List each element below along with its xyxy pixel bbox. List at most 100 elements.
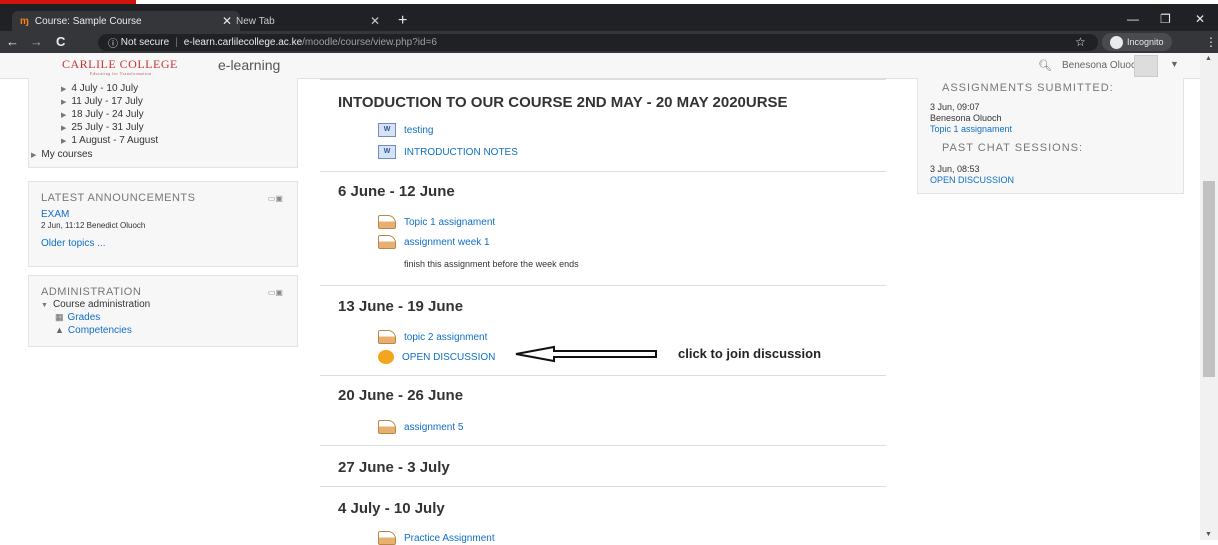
url-path: /moodle/course/view.php?id=6 (302, 37, 437, 48)
user-name[interactable]: Benesona Oluoch (1062, 60, 1142, 71)
assignment-link[interactable]: Topic 1 assignament (930, 124, 1012, 134)
nav-item[interactable]: ▶ 18 July - 24 July (61, 109, 144, 120)
tab-title: Course: Sample Course (34, 15, 142, 27)
scroll-up-icon[interactable]: ▲ (1205, 55, 1212, 62)
nav-item-label: 11 July - 17 July (71, 96, 143, 107)
nav-item[interactable]: ▶ 11 July - 17 July (61, 96, 143, 107)
activity-name: testing (404, 124, 434, 136)
url-input[interactable]: ⓘ Not secure | e-learn.carlilecollege.ac… (98, 34, 1098, 51)
annotation-text: click to join discussion (678, 346, 822, 361)
competencies-icon: ▲ (55, 325, 64, 335)
nav-item[interactable]: ▶ 4 July - 10 July (61, 83, 138, 94)
annotation-arrow-icon (515, 345, 657, 363)
close-tab-icon[interactable]: ✕ (370, 14, 380, 28)
open-discussion-link[interactable]: OPEN DISCUSSION (378, 350, 495, 364)
nav-item[interactable]: ▶ 25 July - 31 July (61, 122, 144, 133)
activity-link[interactable]: Practice Assignment (378, 531, 495, 545)
activity-link[interactable]: assignment week 1 (378, 235, 490, 249)
scroll-down-icon[interactable]: ▼ (1205, 531, 1212, 538)
assignment-date: 3 Jun, 09:07 (930, 102, 980, 112)
forward-arrow-icon[interactable]: → (30, 34, 43, 49)
browser-tab-strip: ɱ Course: Sample Course ✕ New Tab ✕ + — … (0, 4, 1218, 31)
tab-active[interactable]: ɱ Course: Sample Course ✕ (12, 11, 240, 31)
grades-table-icon: ▦ (55, 312, 64, 322)
minimize-icon[interactable]: — (1127, 12, 1139, 26)
restore-icon[interactable]: ❐ (1160, 12, 1171, 26)
older-topics-link[interactable]: Older topics ... (41, 238, 105, 249)
avatar[interactable] (1134, 55, 1158, 77)
tab-title: New Tab (236, 15, 275, 27)
section-title: 4 July - 10 July (338, 500, 445, 517)
chat-icon (378, 350, 394, 364)
section-divider (320, 445, 886, 446)
activity-link[interactable]: Topic 1 assignament (378, 215, 495, 229)
browser-menu-icon[interactable]: ⋮ (1205, 35, 1217, 49)
section-title: 6 June - 12 June (338, 183, 455, 200)
activity-name: assignment week 1 (404, 236, 490, 248)
activity-link[interactable]: topic 2 assignment (378, 330, 487, 344)
scrollbar-thumb[interactable] (1203, 181, 1215, 377)
nav-item-label: 18 July - 24 July (71, 109, 144, 120)
section-title: 27 June - 3 July (338, 459, 450, 476)
competencies-link[interactable]: ▲ Competencies (55, 325, 132, 336)
section-divider (320, 486, 886, 487)
assignment-icon (378, 531, 396, 545)
recent-activity-block: ASSIGNMENTS SUBMITTED: 3 Jun, 09:07 Bene… (917, 78, 1184, 194)
expand-triangle-icon: ▶ (61, 99, 67, 106)
block-controls-icon[interactable]: ▭▣ (268, 194, 283, 203)
section-note: finish this assignment before the week e… (404, 259, 579, 269)
assignment-icon (378, 330, 396, 344)
activity-name: assignment 5 (404, 421, 464, 433)
tab-new[interactable]: New Tab ✕ (228, 11, 388, 31)
activity-link[interactable]: W INTRODUCTION NOTES (378, 145, 518, 159)
expand-triangle-icon: ▶ (61, 86, 67, 93)
word-document-icon: W (378, 145, 396, 159)
competencies-label: Competencies (67, 325, 132, 336)
page-scrollbar[interactable]: ▲ ▼ (1200, 53, 1218, 540)
security-label: Not secure (120, 37, 170, 48)
activity-name: topic 2 assignment (404, 331, 488, 343)
word-document-icon: W (378, 123, 396, 137)
nav-item-label: 4 July - 10 July (71, 83, 139, 94)
incognito-icon (1110, 35, 1123, 49)
latest-announcements-block: LATEST ANNOUNCEMENTS ▭▣ EXAM 2 Jun, 11:1… (28, 181, 298, 267)
chat-link[interactable]: OPEN DISCUSSION (930, 175, 1014, 185)
back-arrow-icon[interactable]: ← (6, 34, 19, 49)
grades-link[interactable]: ▦ Grades (55, 312, 100, 323)
site-brand[interactable]: e-learning (218, 57, 280, 73)
grades-label: Grades (67, 312, 101, 323)
user-menu-caret-icon[interactable]: ▼ (1170, 59, 1179, 69)
course-admin-label: Course administration (52, 299, 151, 310)
reload-icon[interactable]: C (56, 34, 65, 49)
logo-text: CARLILE COLLEGE (62, 57, 178, 71)
section-title: INTODUCTION TO OUR COURSE 2ND MAY - 20 M… (338, 94, 788, 111)
section-divider (320, 285, 886, 286)
course-administration-node[interactable]: ▼ Course administration (41, 299, 150, 310)
close-window-icon[interactable]: ✕ (1195, 12, 1205, 26)
new-tab-plus-icon[interactable]: + (398, 12, 407, 30)
activity-link[interactable]: Wtesting (378, 123, 433, 137)
past-chat-sessions-heading: PAST CHAT SESSIONS: (942, 142, 1084, 154)
announcement-link[interactable]: EXAM (41, 209, 69, 220)
navigation-block: ▶ 4 July - 10 July ▶ 11 July - 17 July ▶ 18… (28, 78, 298, 168)
section-title: 20 June - 26 June (338, 387, 464, 404)
activity-link[interactable]: assignment 5 (378, 420, 463, 434)
announcement-meta: 2 Jun, 11:12 Benedict Oluoch (41, 221, 146, 230)
block-controls-icon[interactable]: ▭▣ (268, 288, 283, 297)
block-title: LATEST ANNOUNCEMENTS (41, 192, 196, 204)
chat-date: 3 Jun, 08:53 (930, 164, 980, 174)
bookmark-star-icon[interactable]: ☆ (1075, 35, 1086, 49)
section-divider (320, 171, 886, 172)
incognito-badge[interactable]: Incognito (1102, 33, 1172, 51)
site-logo[interactable]: CARLILE COLLEGE Educating for Transforma… (62, 57, 178, 76)
url-host: e-learn.carlilecollege.ac.ke (183, 37, 303, 48)
search-icon[interactable]: 🔍︎ (1038, 59, 1052, 72)
incognito-label: Incognito (1127, 37, 1164, 47)
assignment-icon (378, 215, 396, 229)
nav-item-my-courses[interactable]: ▶ My courses (31, 149, 93, 160)
logo-tagline: Educating for Transformation (90, 71, 152, 76)
info-icon[interactable]: ⓘ (108, 35, 121, 50)
collapse-triangle-icon: ▼ (41, 302, 48, 309)
nav-item[interactable]: ▶ 1 August - 7 August (61, 135, 158, 146)
assignment-icon (378, 420, 396, 434)
